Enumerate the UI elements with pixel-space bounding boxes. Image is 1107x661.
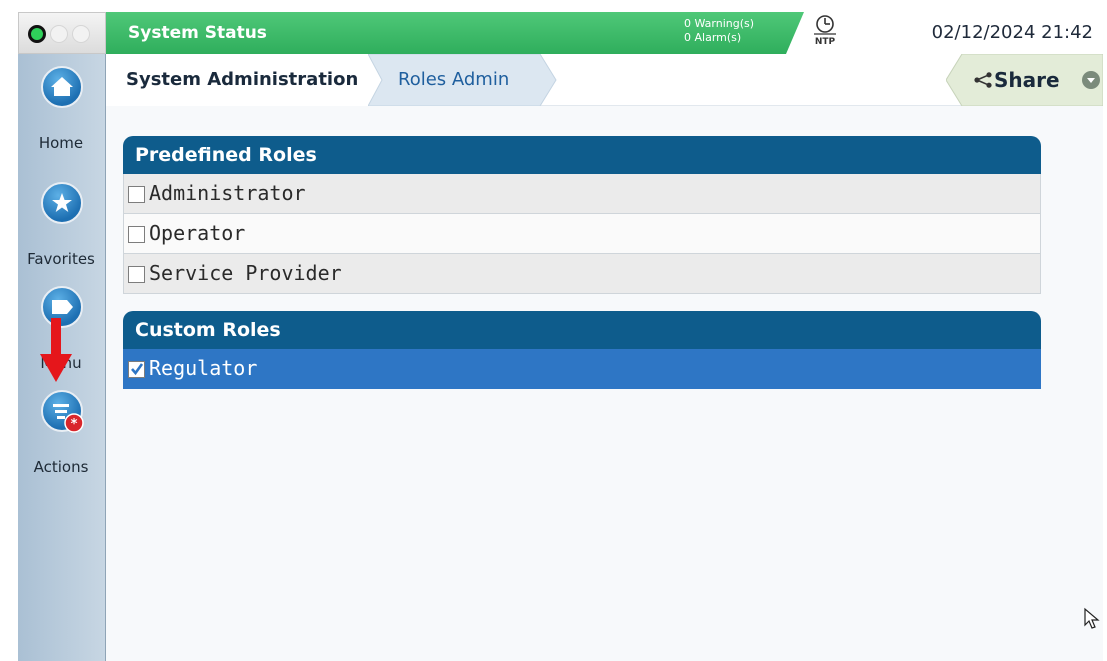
- off-light-icon: [72, 25, 90, 43]
- breadcrumb-label: Roles Admin: [398, 69, 510, 90]
- role-label: Operator: [149, 221, 246, 245]
- datetime-panel: 02/12/2024 21:42: [846, 12, 1103, 54]
- green-light-icon: [28, 25, 46, 43]
- nav-favorites[interactable]: Favorites: [18, 182, 104, 277]
- ntp-label: NTP: [815, 37, 836, 47]
- role-label: Regulator: [149, 356, 258, 380]
- nav-actions-label: Actions: [33, 458, 89, 476]
- alarm-counts[interactable]: 0 Warning(s) 0 Alarm(s): [684, 17, 754, 45]
- system-status-bar[interactable]: System Status 0 Warning(s) 0 Alarm(s) NT…: [106, 12, 1103, 54]
- share-icon: [974, 72, 992, 88]
- svg-text:*: *: [71, 417, 78, 432]
- role-row-regulator[interactable]: Regulator: [123, 349, 1041, 389]
- role-row-operator[interactable]: Operator: [123, 214, 1041, 254]
- role-label: Service Provider: [149, 261, 342, 285]
- breadcrumb-roles-admin[interactable]: Roles Admin: [368, 54, 558, 106]
- role-label: Administrator: [149, 181, 306, 205]
- alarm-count: 0 Alarm(s): [684, 31, 742, 44]
- breadcrumb: System Administration Roles Admin Share: [106, 54, 1103, 106]
- breadcrumb-label: System Administration: [126, 69, 359, 90]
- home-icon: [41, 66, 83, 108]
- mouse-cursor-icon: [1084, 607, 1100, 629]
- red-arrow-icon: [40, 318, 72, 382]
- custom-roles-section: Custom Roles Regulator: [123, 311, 1041, 389]
- checkmark-icon: [131, 363, 144, 376]
- star-icon: [41, 182, 83, 224]
- off-light-icon: [50, 25, 68, 43]
- custom-roles-header: Custom Roles: [123, 311, 1041, 349]
- role-row-service-provider[interactable]: Service Provider: [123, 254, 1041, 294]
- system-status-title[interactable]: System Status: [128, 12, 267, 54]
- nav-home-label: Home: [38, 134, 84, 152]
- share-label: Share: [994, 68, 1060, 92]
- alert-badge-icon: *: [64, 413, 84, 433]
- predefined-roles-header: Predefined Roles: [123, 136, 1041, 174]
- breadcrumb-system-administration[interactable]: System Administration: [106, 54, 368, 106]
- role-checkbox[interactable]: [128, 266, 145, 283]
- warning-count: 0 Warning(s): [684, 17, 755, 30]
- ntp-clock-icon[interactable]: NTP: [804, 12, 846, 54]
- nav-favorites-label: Favorites: [27, 250, 95, 268]
- datetime: 02/12/2024 21:42: [931, 22, 1093, 43]
- chevron-down-icon: [1082, 71, 1100, 89]
- nav-actions[interactable]: * Actions: [18, 390, 104, 485]
- roles-admin-content: Predefined Roles Administrator Operator …: [106, 106, 1103, 661]
- role-checkbox-checked[interactable]: [128, 361, 145, 378]
- status-lights: [18, 12, 106, 54]
- role-checkbox[interactable]: [128, 186, 145, 203]
- predefined-roles-section: Predefined Roles Administrator Operator …: [123, 136, 1041, 294]
- role-checkbox[interactable]: [128, 226, 145, 243]
- share-button[interactable]: Share: [946, 54, 1103, 106]
- nav-home[interactable]: Home: [18, 66, 104, 161]
- role-row-administrator[interactable]: Administrator: [123, 174, 1041, 214]
